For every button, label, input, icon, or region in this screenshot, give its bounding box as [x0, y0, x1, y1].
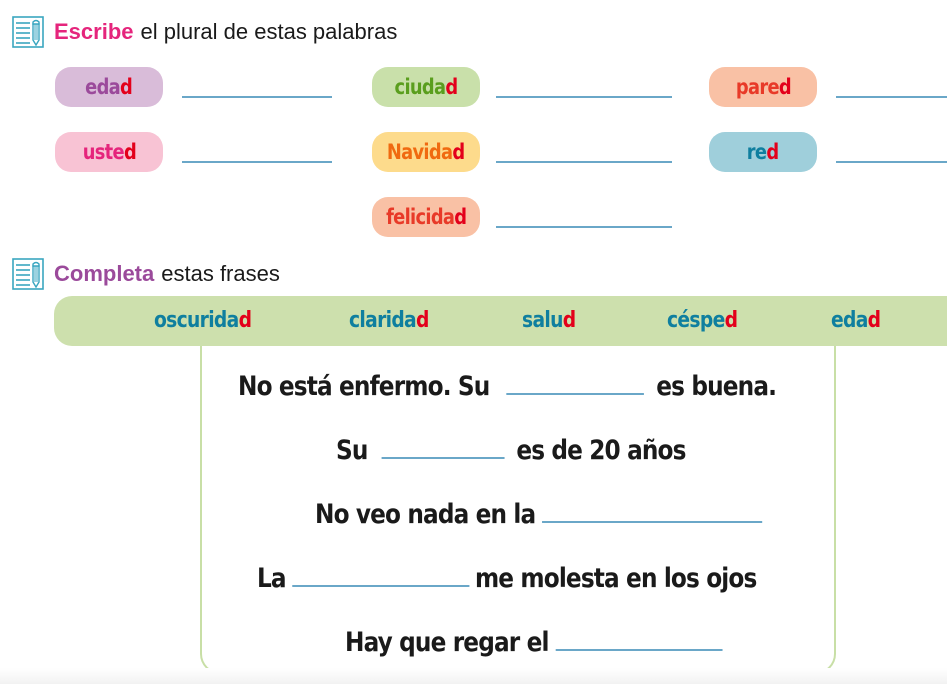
word-stem: eda [85, 75, 122, 99]
word-pill-red: red [709, 132, 817, 172]
word-ending: d [454, 205, 467, 229]
word-stem: uste [82, 140, 124, 164]
sentence-2: Su es de 20 años [336, 435, 686, 466]
section2-keyword: Completa [54, 261, 155, 286]
word-bank-oscuridad: oscuridad [154, 308, 252, 333]
sentence-text-after: me molesta en los ojos [474, 563, 757, 594]
word-ending: d [123, 140, 137, 164]
word-pill-usted: usted [55, 132, 163, 172]
sentence-text-before: Su [336, 435, 368, 466]
sentence-4: La me molesta en los ojos [257, 563, 757, 594]
word-stem: pare [735, 75, 779, 99]
sentence-text-before: La [257, 563, 287, 594]
section1-instruction: el plural de estas palabras [140, 19, 398, 44]
word-ending: d [724, 308, 738, 333]
word-stem: ciuda [394, 75, 447, 99]
sentence-text-after: es buena. [656, 371, 777, 402]
answer-line[interactable] [836, 96, 947, 98]
word-ending: d [562, 308, 576, 333]
word-pill-felicidad: felicidad [372, 197, 480, 237]
sentence-blank[interactable] [506, 393, 645, 395]
sentence-1: No está enfermo. Su es buena. [238, 371, 777, 402]
answer-line[interactable] [496, 161, 672, 163]
word-ending: d [766, 140, 780, 164]
word-stem: eda [831, 308, 868, 333]
word-ending: d [867, 308, 881, 333]
word-ending: d [778, 75, 791, 99]
sentence-3: No veo nada en la [315, 499, 763, 530]
answer-line[interactable] [496, 226, 672, 228]
sentence-text-before: Hay que regar el [345, 627, 549, 658]
word-stem: re [747, 140, 767, 164]
word-stem: salu [522, 308, 563, 333]
word-ending: d [120, 75, 133, 99]
word-stem: céspe [667, 308, 725, 333]
word-bank-cesped: césped [667, 308, 738, 333]
answer-line[interactable] [836, 161, 947, 163]
sentence-blank[interactable] [542, 521, 763, 523]
section2-heading: Completa estas frases [12, 258, 280, 290]
word-bank-edad: edad [831, 308, 881, 333]
sentence-text-after: es de 20 años [516, 435, 686, 466]
sentence-5: Hay que regar el [345, 627, 723, 658]
word-bank-claridad: claridad [349, 308, 429, 333]
word-stem: Navida [387, 140, 453, 164]
sentence-blank[interactable] [292, 585, 470, 587]
word-ending: d [238, 308, 252, 333]
sentence-text-before: No veo nada en la [315, 499, 536, 530]
sentence-blank[interactable] [381, 457, 505, 459]
word-pill-pared: pared [709, 67, 817, 107]
answer-line[interactable] [182, 96, 332, 98]
word-bank-salud: salud [522, 308, 576, 333]
sentence-blank[interactable] [555, 649, 723, 651]
word-pill-ciudad: ciudad [372, 67, 480, 107]
word-stem: felicida [385, 205, 455, 229]
section1-keyword: Escribe [54, 19, 134, 44]
notebook-pencil-icon [12, 16, 44, 48]
word-ending: d [415, 308, 429, 333]
sentence-text-before: No está enfermo. Su [238, 371, 490, 402]
page-bottom-edge [0, 668, 947, 684]
word-pill-edad: edad [55, 67, 163, 107]
word-pill-navidad: Navidad [372, 132, 480, 172]
answer-line[interactable] [182, 161, 332, 163]
section2-instruction: estas frases [161, 261, 280, 286]
word-ending: d [445, 75, 458, 99]
word-ending: d [452, 140, 466, 164]
notebook-pencil-icon [12, 258, 44, 290]
word-stem: oscurida [154, 308, 239, 333]
section1-heading: Escribe el plural de estas palabras [12, 16, 397, 48]
word-stem: clarida [349, 308, 417, 333]
answer-line[interactable] [496, 96, 672, 98]
